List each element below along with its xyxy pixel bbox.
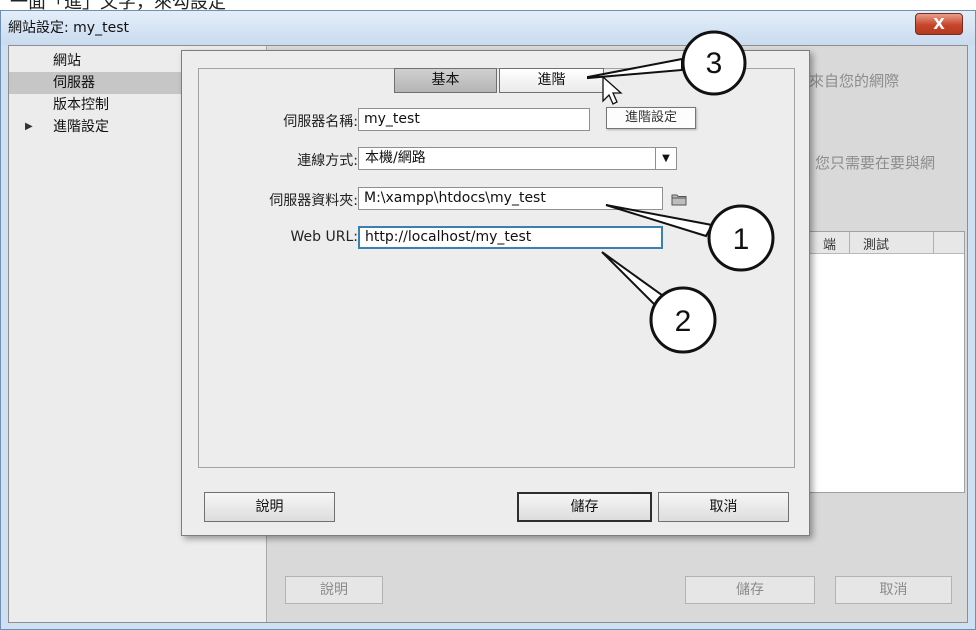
server-folder-label: 伺服器資料夾: (269, 193, 358, 209)
server-settings-dialog: 基本 進階 進階設定 伺服器名稱: my_test 連線方式: 本機/網路 ▼ … (181, 50, 810, 536)
dropdown-arrow-icon[interactable]: ▼ (655, 148, 676, 169)
server-folder-input[interactable]: M:\xampp\htdocs\my_test (358, 187, 663, 210)
web-url-input[interactable]: http://localhost/my_test (358, 226, 663, 249)
column-header-testing: 測試 (863, 238, 890, 253)
help-button[interactable]: 說明 (204, 492, 335, 522)
background-description-1: 來自您的網際 (809, 72, 900, 90)
background-help-button[interactable]: 說明 (285, 576, 383, 604)
connection-method-label: 連線方式: (297, 153, 358, 169)
sidebar-item-label: 版本控制 (53, 97, 109, 113)
sidebar-item-label: 進階設定 (53, 119, 109, 135)
sidebar-item-label: 伺服器 (53, 75, 95, 91)
browse-folder-icon[interactable] (671, 191, 687, 206)
column-header-remote: 端 (823, 238, 837, 253)
tab-basic[interactable]: 基本 (394, 68, 497, 93)
web-url-label: Web URL: (290, 229, 358, 245)
window-title: 網站設定: my_test (8, 20, 129, 36)
close-button[interactable]: X (915, 13, 963, 35)
cropped-caption: 一面「進」文字，來勾設定 (0, 0, 976, 10)
server-list-header: 端 測試 (783, 232, 964, 254)
cancel-button[interactable]: 取消 (658, 492, 789, 522)
background-description-2: 您只需要在要與網 (815, 154, 936, 172)
title-bar: 網站設定: my_test X (1, 11, 975, 45)
server-name-input[interactable]: my_test (358, 108, 590, 131)
close-icon: X (933, 15, 945, 33)
background-cancel-button[interactable]: 取消 (835, 576, 952, 604)
sidebar-item-label: 網站 (53, 53, 81, 69)
connection-method-select[interactable]: 本機/網路 ▼ (358, 147, 677, 170)
tab-advanced[interactable]: 進階 (499, 68, 604, 93)
background-save-button[interactable]: 儲存 (685, 576, 815, 604)
column-divider (849, 232, 850, 253)
cropped-caption-text: 一面「進」文字，來勾設定 (10, 0, 226, 10)
save-button[interactable]: 儲存 (517, 492, 652, 522)
connection-method-value: 本機/網路 (365, 150, 426, 166)
server-name-label: 伺服器名稱: (283, 114, 358, 130)
expand-arrow-icon[interactable]: ▶ (25, 116, 33, 138)
advanced-settings-tooltip: 進階設定 (606, 107, 696, 129)
column-divider (933, 232, 934, 253)
